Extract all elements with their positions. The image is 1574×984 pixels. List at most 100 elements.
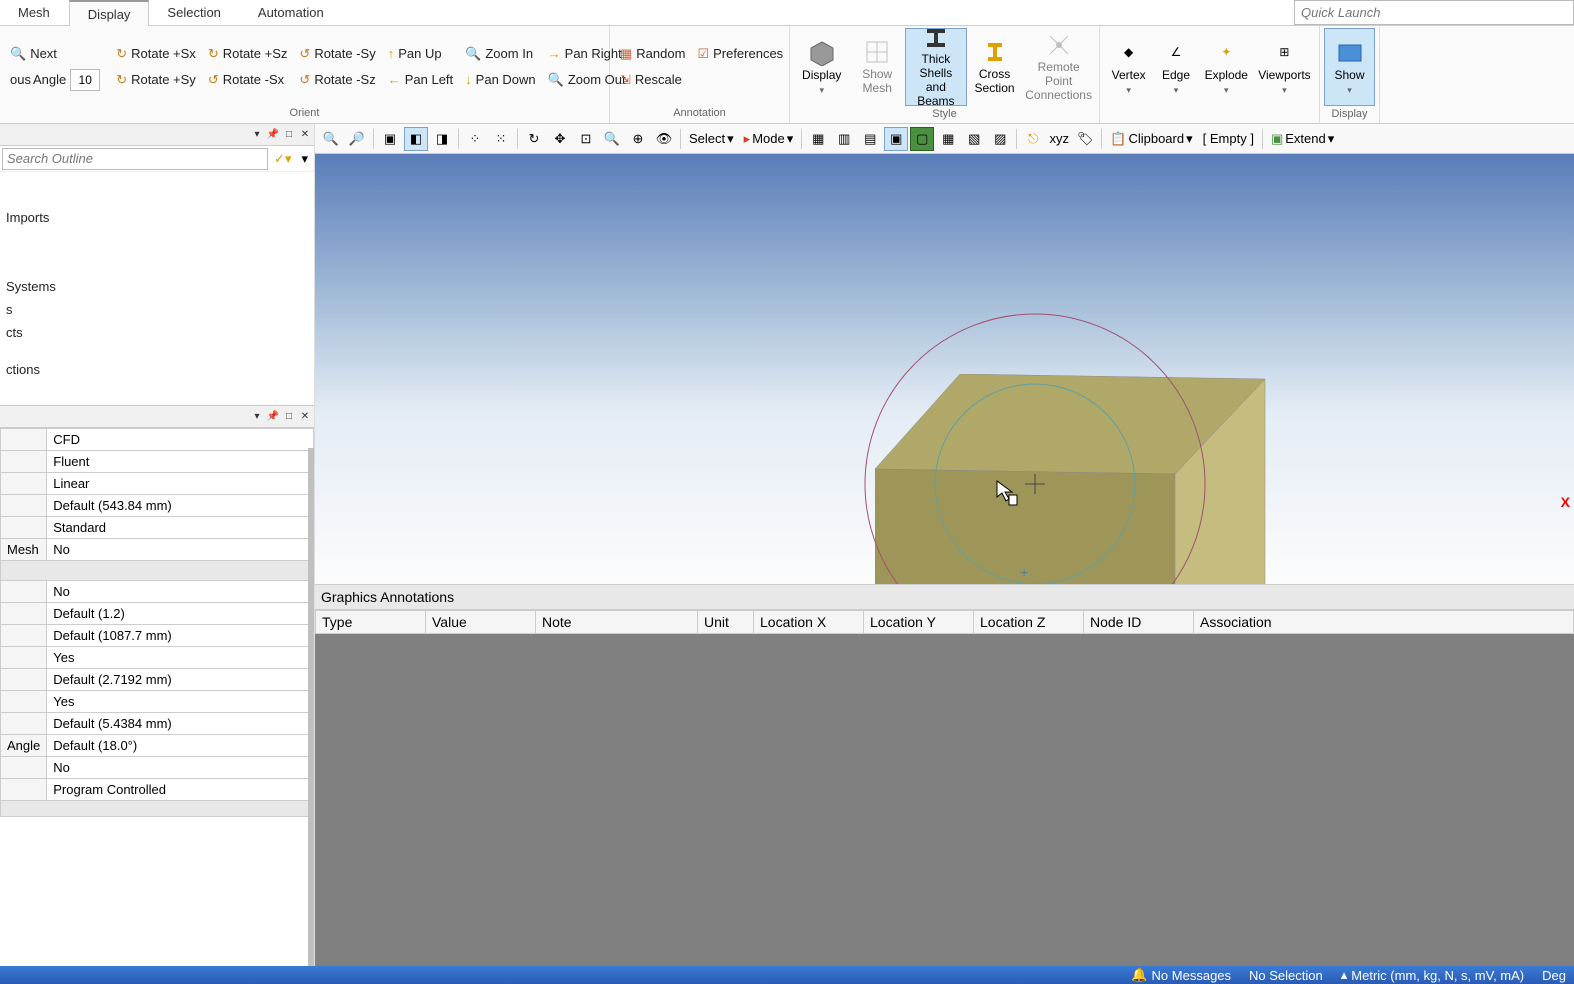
rotate-icon[interactable]: ↻ — [522, 127, 546, 151]
tree-item[interactable]: Imports — [6, 206, 314, 229]
status-units[interactable]: ▴Metric (mm, kg, N, s, mV, mA) — [1341, 967, 1524, 983]
tree-item[interactable]: Systems — [6, 275, 314, 298]
show-edges-icon[interactable]: ⁙ — [489, 127, 513, 151]
details-cell[interactable]: Default (543.84 mm) — [47, 495, 314, 517]
details-cell[interactable]: Yes — [47, 647, 314, 669]
shaded-icon[interactable]: ◧ — [404, 127, 428, 151]
sel-face-icon[interactable]: ▥ — [832, 127, 856, 151]
zoom-box-icon[interactable]: ⊡ — [574, 127, 598, 151]
zoom-icon[interactable]: 🔍 — [600, 127, 624, 151]
rotation-gizmo[interactable] — [855, 304, 1215, 584]
details-cell[interactable]: Yes — [47, 691, 314, 713]
tree-item[interactable]: cts — [6, 321, 314, 344]
sel-edge-icon[interactable]: ▤ — [858, 127, 882, 151]
show-mesh-button[interactable]: ShowMesh — [849, 28, 904, 106]
mode-dropdown[interactable]: ▸ Mode ▾ — [740, 131, 798, 147]
pan-left-button[interactable]: ←Pan Left — [382, 68, 459, 92]
rescale-button[interactable]: ⇲Rescale — [614, 68, 691, 92]
sel-all-icon[interactable]: ▨ — [988, 127, 1012, 151]
close-icon[interactable]: ✕ — [298, 128, 312, 142]
details-grid[interactable]: CFD Fluent Linear Default (543.84 mm) St… — [0, 428, 314, 966]
extend-dropdown[interactable]: ▣ Extend ▾ — [1267, 131, 1338, 147]
pan-down-button[interactable]: ↓Pan Down — [459, 68, 541, 92]
dropdown-icon[interactable]: ▾ — [250, 128, 264, 142]
rotate-plus-sx-button[interactable]: ↻Rotate +Sx — [110, 42, 202, 66]
details-cell[interactable]: Standard — [47, 517, 314, 539]
scrollbar[interactable] — [308, 448, 314, 966]
outline-search-input[interactable] — [2, 148, 268, 170]
rotate-plus-sy-button[interactable]: ↻Rotate +Sy — [110, 68, 202, 92]
random-button[interactable]: ▦Random — [614, 42, 691, 66]
display-dropdown[interactable]: Display▾ — [794, 28, 849, 106]
remote-point-button[interactable]: Remote PointConnections — [1022, 28, 1095, 106]
sel-element-icon[interactable]: ▦ — [936, 127, 960, 151]
coord-icon[interactable]: ⎋ — [1021, 127, 1045, 151]
status-messages[interactable]: 🔔No Messages — [1131, 967, 1231, 983]
rotate-minus-sy-button[interactable]: ↺Rotate -Sy — [293, 42, 381, 66]
search-options-icon[interactable]: ▾ — [295, 151, 314, 167]
details-cell[interactable]: No — [47, 581, 314, 603]
viewports-dropdown[interactable]: ⊞ Viewports▾ — [1254, 28, 1315, 106]
look-at-icon[interactable]: 👁 — [652, 127, 676, 151]
quick-launch-input[interactable] — [1294, 0, 1574, 25]
details-cell[interactable]: Fluent — [47, 451, 314, 473]
col-assoc[interactable]: Association — [1194, 611, 1574, 634]
thick-shells-button[interactable]: Thick Shellsand Beams — [905, 28, 967, 106]
sel-vertex-icon[interactable]: ▣ — [884, 127, 908, 151]
details-cell[interactable]: CFD — [47, 429, 314, 451]
show-vertices-icon[interactable]: ⁘ — [463, 127, 487, 151]
col-locz[interactable]: Location Z — [974, 611, 1084, 634]
label-icon[interactable]: xyz — [1047, 127, 1071, 151]
pan-up-button[interactable]: ↑Pan Up — [382, 42, 459, 66]
3d-viewport[interactable]: + 0.00 500.00 1000.00 (mm) 250.00 750.00… — [315, 154, 1574, 584]
details-cell[interactable]: Default (5.4384 mm) — [47, 713, 314, 735]
cross-section-button[interactable]: CrossSection — [967, 28, 1022, 106]
vertex-dropdown[interactable]: ◆ Vertex▾ — [1104, 28, 1153, 106]
outline-tree[interactable]: Imports Systems s cts ctions — [0, 172, 314, 385]
col-nodeid[interactable]: Node ID — [1084, 611, 1194, 634]
sel-mesh-icon[interactable]: ▧ — [962, 127, 986, 151]
next-button[interactable]: 🔍 Next — [4, 42, 106, 66]
sel-body-icon[interactable]: ▦ — [806, 127, 830, 151]
preferences-button[interactable]: ☑Preferences — [691, 42, 789, 66]
zoom-in-button[interactable]: 🔍Zoom In — [459, 42, 541, 66]
sel-node-icon[interactable]: ▢ — [910, 127, 934, 151]
maximize-icon[interactable]: □ — [282, 128, 296, 142]
wireframe-icon[interactable]: ▣ — [378, 127, 402, 151]
close-icon[interactable]: ✕ — [298, 410, 312, 424]
col-note[interactable]: Note — [536, 611, 698, 634]
dropdown-icon[interactable]: ▾ — [250, 410, 264, 424]
details-cell[interactable]: Program Controlled — [47, 779, 314, 801]
details-cell[interactable]: Default (1087.7 mm) — [47, 625, 314, 647]
tab-mesh[interactable]: Mesh — [0, 0, 69, 25]
details-cell[interactable]: No — [47, 539, 314, 561]
search-dropdown-icon[interactable]: ✓▾ — [270, 151, 295, 167]
col-locy[interactable]: Location Y — [864, 611, 974, 634]
details-cell[interactable]: Default (2.7192 mm) — [47, 669, 314, 691]
rotate-minus-sz-button[interactable]: ↺Rotate -Sz — [293, 68, 381, 92]
details-cell[interactable]: No — [47, 757, 314, 779]
col-value[interactable]: Value — [426, 611, 536, 634]
status-selection[interactable]: No Selection — [1249, 968, 1323, 983]
tab-automation[interactable]: Automation — [240, 0, 343, 25]
explode-dropdown[interactable]: ✦ Explode▾ — [1199, 28, 1254, 106]
col-unit[interactable]: Unit — [698, 611, 754, 634]
annotations-table[interactable]: Type Value Note Unit Location X Location… — [315, 610, 1574, 634]
tree-item[interactable]: s — [6, 298, 314, 321]
col-type[interactable]: Type — [316, 611, 426, 634]
zoom-fit-icon[interactable]: 🔍 — [319, 127, 343, 151]
pin-icon[interactable]: 📌 — [266, 410, 280, 424]
fit-icon[interactable]: ⊕ — [626, 127, 650, 151]
edge-dropdown[interactable]: ∠ Edge▾ — [1153, 28, 1198, 106]
status-degrees[interactable]: Deg — [1542, 968, 1566, 983]
zoom-out-icon[interactable]: 🔎 — [345, 127, 369, 151]
col-locx[interactable]: Location X — [754, 611, 864, 634]
details-cell[interactable]: Default (1.2) — [47, 603, 314, 625]
tag-icon[interactable]: 🏷 — [1073, 127, 1097, 151]
shaded-edges-icon[interactable]: ◨ — [430, 127, 454, 151]
tree-item[interactable]: ctions — [6, 358, 314, 381]
details-cell[interactable]: Default (18.0°) — [47, 735, 314, 757]
rotate-plus-sz-button[interactable]: ↻Rotate +Sz — [202, 42, 294, 66]
angle-input[interactable] — [70, 69, 100, 91]
clipboard-dropdown[interactable]: 📋 Clipboard ▾ — [1106, 131, 1196, 147]
